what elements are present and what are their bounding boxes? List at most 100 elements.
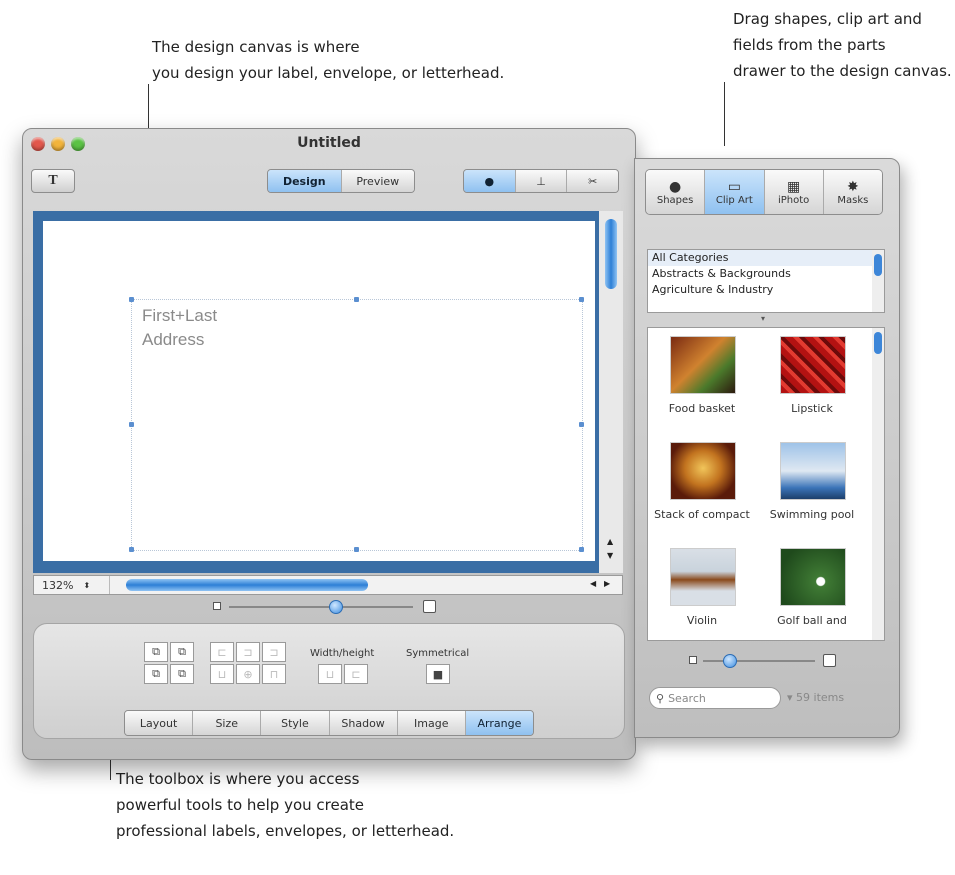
clip-art-item[interactable]: Violin (660, 548, 744, 630)
tab-style[interactable]: Style (261, 711, 330, 735)
align-top-icon[interactable]: ⊓ (262, 664, 286, 684)
horizontal-scrollbar[interactable]: 132% ⬍ ◀ ▶ (33, 575, 623, 595)
tab-design[interactable]: Design (268, 170, 342, 192)
parts-tabs: ● Shapes ▭ Clip Art ▦ iPhoto ✸ Masks (645, 169, 883, 215)
stack-of-compact-thumbnail (670, 442, 736, 500)
callout-line-2: you design your label, envelope, or lett… (152, 64, 505, 82)
address-text-box[interactable]: First+Last Address (129, 297, 584, 552)
zoom-slider-track[interactable] (229, 606, 413, 608)
stepper-icon[interactable]: ⬍ (83, 581, 90, 590)
tab-preview[interactable]: Preview (341, 170, 414, 192)
clip-art-grid[interactable]: Food basket Lipstick Stack of compact Sw… (647, 327, 885, 641)
stamp-icon[interactable]: ⊥ (515, 170, 568, 192)
tab-size[interactable]: Size (193, 711, 262, 735)
scroll-left-arrow-icon[interactable]: ◀ (590, 579, 596, 588)
clip-art-item[interactable]: Lipstick (770, 336, 854, 418)
size-slider-track[interactable] (703, 660, 815, 662)
item-caption: Stack of compact (654, 508, 750, 521)
window-title: Untitled (297, 135, 361, 151)
search-icon: ⚲ (656, 691, 665, 705)
scroll-right-arrow-icon[interactable]: ▶ (604, 579, 610, 588)
tab-shapes[interactable]: ● Shapes (646, 170, 706, 214)
grid-scrollbar[interactable] (872, 328, 884, 640)
resize-handle[interactable] (129, 297, 134, 302)
splitter-handle-icon[interactable]: ▾ (761, 314, 765, 323)
tab-label: Masks (837, 194, 869, 206)
address-text: First+Last Address (142, 304, 217, 352)
list-item[interactable]: All Categories (648, 250, 884, 266)
tool-toggle: ● ⊥ ✂ (463, 169, 619, 193)
food-basket-thumbnail (670, 336, 736, 394)
name-line: First+Last (142, 306, 218, 325)
tab-image[interactable]: Image (397, 711, 466, 735)
design-canvas[interactable]: First+Last Address (43, 221, 595, 561)
grid-scroll-thumb[interactable] (874, 332, 882, 354)
tab-label: Clip Art (715, 194, 753, 206)
zoom-slider-knob[interactable] (329, 600, 343, 614)
text-tool-button[interactable]: T (31, 169, 75, 193)
resize-handle[interactable] (129, 422, 134, 427)
zoom-level[interactable]: 132% ⬍ (34, 576, 110, 594)
search-field[interactable]: ⚲ Search (649, 687, 781, 709)
scissors-icon[interactable]: ✂ (567, 170, 618, 192)
width-height-label: Width/height (310, 648, 375, 659)
match-height-icon[interactable]: ⊏ (344, 664, 368, 684)
align-center-icon[interactable]: ⊐ (236, 642, 260, 662)
toolbox-tabs: Layout Size Style Shadow Image Arrange (124, 710, 534, 736)
item-count[interactable]: ▾ 59 items (787, 691, 844, 704)
tab-label: iPhoto (777, 194, 810, 206)
tab-layout[interactable]: Layout (125, 711, 194, 735)
main-window: Untitled T Design Preview ● ⊥ ✂ First+La… (22, 128, 636, 760)
tab-shadow[interactable]: Shadow (329, 711, 398, 735)
bring-to-front-icon[interactable]: ⧉ (144, 664, 168, 684)
align-middle-icon[interactable]: ⊕ (236, 664, 260, 684)
clip-art-item[interactable]: Food basket (660, 336, 744, 418)
tab-clip-art[interactable]: ▭ Clip Art (705, 170, 765, 214)
category-list[interactable]: All Categories Abstracts & Backgrounds A… (647, 249, 885, 313)
symmetrical-button[interactable]: ■ (426, 664, 450, 684)
tab-iphoto[interactable]: ▦ iPhoto (764, 170, 824, 214)
list-item[interactable]: Agriculture & Industry (648, 282, 884, 298)
tab-masks[interactable]: ✸ Masks (823, 170, 882, 214)
scroll-up-arrow-icon[interactable]: ▲ (607, 537, 613, 546)
address-line: Address (142, 330, 205, 349)
resize-handle[interactable] (579, 422, 584, 427)
tab-arrange[interactable]: Arrange (465, 711, 533, 735)
smaller-thumbnails-icon (689, 656, 697, 664)
resize-handle[interactable] (579, 297, 584, 302)
swimming-pool-thumbnail (780, 442, 846, 500)
size-slider-knob[interactable] (723, 654, 737, 668)
scroll-down-arrow-icon[interactable]: ▼ (607, 551, 613, 560)
horizontal-scroll-thumb[interactable] (126, 579, 368, 591)
resize-handle[interactable] (579, 547, 584, 552)
list-scrollbar[interactable] (872, 250, 884, 312)
golf-ball-thumbnail (780, 548, 846, 606)
list-scroll-thumb[interactable] (874, 254, 882, 276)
resize-handle[interactable] (354, 547, 359, 552)
send-backward-icon[interactable]: ⧉ (170, 642, 194, 662)
list-item[interactable]: Abstracts & Backgrounds (648, 266, 884, 282)
clip-art-item[interactable]: Stack of compact (654, 442, 750, 524)
iphoto-icon: ▦ (787, 178, 801, 195)
align-left-icon[interactable]: ⊏ (210, 642, 234, 662)
align-bottom-icon[interactable]: ⊔ (210, 664, 234, 684)
callout-line-2: powerful tools to help you create (116, 796, 365, 814)
vertical-scrollbar[interactable]: ▲ ▼ (599, 211, 623, 573)
clip-art-item[interactable]: Golf ball and (770, 548, 854, 630)
resize-handle[interactable] (129, 547, 134, 552)
item-caption: Violin (686, 614, 718, 627)
resize-handle[interactable] (354, 297, 359, 302)
parts-drawer-icon[interactable]: ● (464, 170, 516, 192)
bring-forward-icon[interactable]: ⧉ (144, 642, 168, 662)
match-width-icon[interactable]: ⊔ (318, 664, 342, 684)
callout-line-1: The design canvas is where (152, 38, 360, 56)
vertical-scroll-thumb[interactable] (605, 219, 617, 289)
callout-line-3: professional labels, envelopes, or lette… (116, 822, 455, 840)
zoom-value: 132% (42, 578, 74, 592)
parts-drawer: ● Shapes ▭ Clip Art ▦ iPhoto ✸ Masks All… (634, 158, 900, 738)
clip-art-item[interactable]: Swimming pool (770, 442, 854, 524)
masks-icon: ✸ (847, 178, 859, 195)
align-right-icon[interactable]: ⊐ (262, 642, 286, 662)
send-to-back-icon[interactable]: ⧉ (170, 664, 194, 684)
lipstick-thumbnail (780, 336, 846, 394)
